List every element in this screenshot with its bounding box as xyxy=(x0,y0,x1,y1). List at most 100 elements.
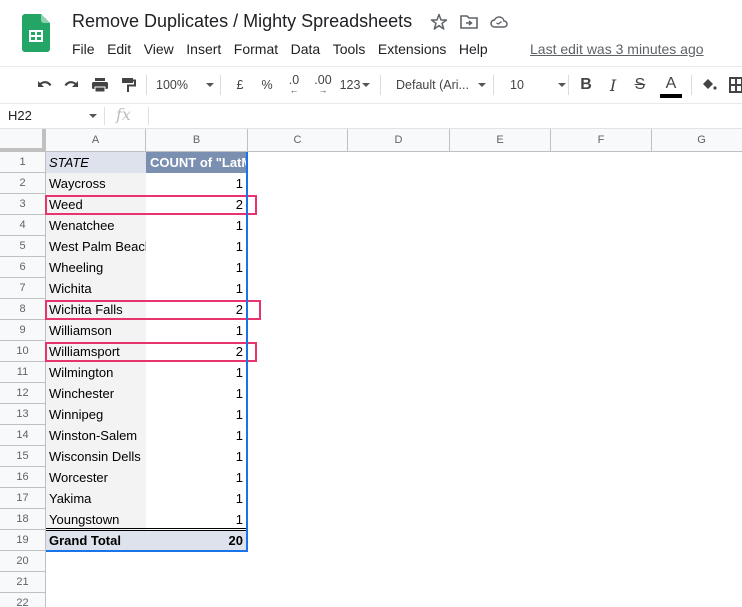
zoom-select[interactable]: 100% xyxy=(156,67,214,103)
pivot-cell-state[interactable]: Worcester xyxy=(46,467,146,488)
row-header-5[interactable]: 5 xyxy=(0,236,46,257)
pivot-cell-state[interactable]: Wisconsin Dells xyxy=(46,446,146,467)
row-header-9[interactable]: 9 xyxy=(0,320,46,341)
column-header-e[interactable]: E xyxy=(450,129,551,152)
borders-button[interactable] xyxy=(726,67,742,103)
row-header-3[interactable]: 3 xyxy=(0,194,46,215)
pivot-cell-state[interactable]: Wichita Falls xyxy=(46,299,146,320)
chevron-down-icon[interactable] xyxy=(89,114,97,118)
pivot-cell-state[interactable]: Youngstown xyxy=(46,509,146,530)
row-header-21[interactable]: 21 xyxy=(0,572,46,593)
menu-extensions[interactable]: Extensions xyxy=(378,40,446,60)
more-formats-button[interactable]: 123 xyxy=(339,67,371,103)
pivot-cell-state[interactable]: Williamson xyxy=(46,320,146,341)
currency-format-button[interactable]: £ xyxy=(230,67,250,103)
row-header-2[interactable]: 2 xyxy=(0,173,46,194)
menu-file[interactable]: File xyxy=(72,40,95,60)
row-header-1[interactable]: 1 xyxy=(0,152,46,173)
pivot-cell-count[interactable]: 1 xyxy=(146,509,248,530)
pivot-cell-state[interactable]: West Palm Beach xyxy=(46,236,146,257)
row-header-13[interactable]: 13 xyxy=(0,404,46,425)
menu-help[interactable]: Help xyxy=(459,40,488,60)
row-header-15[interactable]: 15 xyxy=(0,446,46,467)
pivot-cell-count[interactable]: 1 xyxy=(146,383,248,404)
menu-tools[interactable]: Tools xyxy=(333,40,366,60)
row-header-7[interactable]: 7 xyxy=(0,278,46,299)
pivot-cell-count[interactable]: 2 xyxy=(146,194,248,215)
pivot-cell-state[interactable]: Wenatchee xyxy=(46,215,146,236)
pivot-cell-count[interactable]: 1 xyxy=(146,236,248,257)
document-title[interactable]: Remove Duplicates / Mighty Spreadsheets xyxy=(72,11,412,32)
pivot-cell-count[interactable]: 1 xyxy=(146,320,248,341)
pivot-cell-count[interactable]: 1 xyxy=(146,488,248,509)
row-header-20[interactable]: 20 xyxy=(0,551,46,572)
fill-color-button[interactable] xyxy=(698,67,720,103)
column-header-a[interactable]: A xyxy=(46,129,146,152)
move-to-folder-icon[interactable] xyxy=(459,12,479,32)
percent-format-button[interactable]: % xyxy=(257,67,277,103)
pivot-cell-state[interactable]: Williamsport xyxy=(46,341,146,362)
font-family-select[interactable]: Default (Ari... xyxy=(396,67,486,103)
pivot-cell-count[interactable]: 1 xyxy=(146,425,248,446)
menu-insert[interactable]: Insert xyxy=(186,40,221,60)
row-header-14[interactable]: 14 xyxy=(0,425,46,446)
row-header-17[interactable]: 17 xyxy=(0,488,46,509)
pivot-cell-count[interactable]: 1 xyxy=(146,215,248,236)
pivot-cell-count[interactable]: 2 xyxy=(146,341,248,362)
pivot-grand-total-value[interactable]: 20 xyxy=(146,530,248,551)
pivot-cell-state[interactable]: Waycross xyxy=(46,173,146,194)
star-icon[interactable] xyxy=(429,12,449,32)
row-header-18[interactable]: 18 xyxy=(0,509,46,530)
pivot-grand-total-label[interactable]: Grand Total xyxy=(46,530,146,551)
increase-decimals-button[interactable]: .00 → xyxy=(311,67,335,103)
column-header-c[interactable]: C xyxy=(248,129,348,152)
bold-button[interactable]: B xyxy=(576,67,596,103)
formula-input[interactable] xyxy=(152,104,742,128)
column-header-d[interactable]: D xyxy=(348,129,450,152)
row-header-8[interactable]: 8 xyxy=(0,299,46,320)
row-header-6[interactable]: 6 xyxy=(0,257,46,278)
sheets-logo-icon[interactable] xyxy=(22,14,50,52)
pivot-cell-count[interactable]: 1 xyxy=(146,404,248,425)
pivot-cell-count[interactable]: 1 xyxy=(146,173,248,194)
cloud-saved-icon[interactable] xyxy=(489,12,509,32)
last-edit-link[interactable]: Last edit was 3 minutes ago xyxy=(530,40,704,58)
pivot-header-state[interactable]: STATE xyxy=(46,152,146,173)
pivot-cell-state[interactable]: Wilmington xyxy=(46,362,146,383)
pivot-cell-count[interactable]: 1 xyxy=(146,278,248,299)
pivot-cell-count[interactable]: 1 xyxy=(146,257,248,278)
column-header-b[interactable]: B xyxy=(146,129,248,152)
name-box[interactable]: H22 xyxy=(0,104,103,128)
row-header-10[interactable]: 10 xyxy=(0,341,46,362)
redo-button[interactable] xyxy=(60,67,84,103)
decrease-decimals-button[interactable]: .0 ← xyxy=(283,67,305,103)
pivot-cell-state[interactable]: Winnipeg xyxy=(46,404,146,425)
pivot-cell-state[interactable]: Yakima xyxy=(46,488,146,509)
row-header-22[interactable]: 22 xyxy=(0,593,46,607)
row-header-16[interactable]: 16 xyxy=(0,467,46,488)
spreadsheet-grid[interactable]: A B C D E F G 1 2 3 4 5 6 7 8 9 10 11 12 13 14 15 16 17 18 19 20 21… xyxy=(0,129,742,607)
column-header-g[interactable]: G xyxy=(652,129,742,152)
menu-data[interactable]: Data xyxy=(291,40,321,60)
pivot-cell-state[interactable]: Wheeling xyxy=(46,257,146,278)
paint-format-button[interactable] xyxy=(116,67,140,103)
pivot-cell-count[interactable]: 1 xyxy=(146,446,248,467)
pivot-header-count[interactable]: COUNT of "LatM xyxy=(146,152,248,173)
pivot-cell-count[interactable]: 2 xyxy=(146,299,248,320)
font-size-select[interactable]: 10 xyxy=(510,67,566,103)
menu-format[interactable]: Format xyxy=(234,40,278,60)
menu-edit[interactable]: Edit xyxy=(107,40,131,60)
strikethrough-button[interactable]: S xyxy=(630,67,650,103)
pivot-cell-state[interactable]: Weed xyxy=(46,194,146,215)
pivot-cell-count[interactable]: 1 xyxy=(146,362,248,383)
italic-button[interactable]: I xyxy=(603,67,623,103)
pivot-cell-state[interactable]: Wichita xyxy=(46,278,146,299)
undo-button[interactable] xyxy=(32,67,56,103)
pivot-cell-state[interactable]: Winchester xyxy=(46,383,146,404)
print-button[interactable] xyxy=(88,67,112,103)
menu-view[interactable]: View xyxy=(144,40,174,60)
select-all-corner[interactable] xyxy=(0,129,46,152)
row-header-19[interactable]: 19 xyxy=(0,530,46,551)
pivot-cell-state[interactable]: Winston-Salem xyxy=(46,425,146,446)
row-header-11[interactable]: 11 xyxy=(0,362,46,383)
